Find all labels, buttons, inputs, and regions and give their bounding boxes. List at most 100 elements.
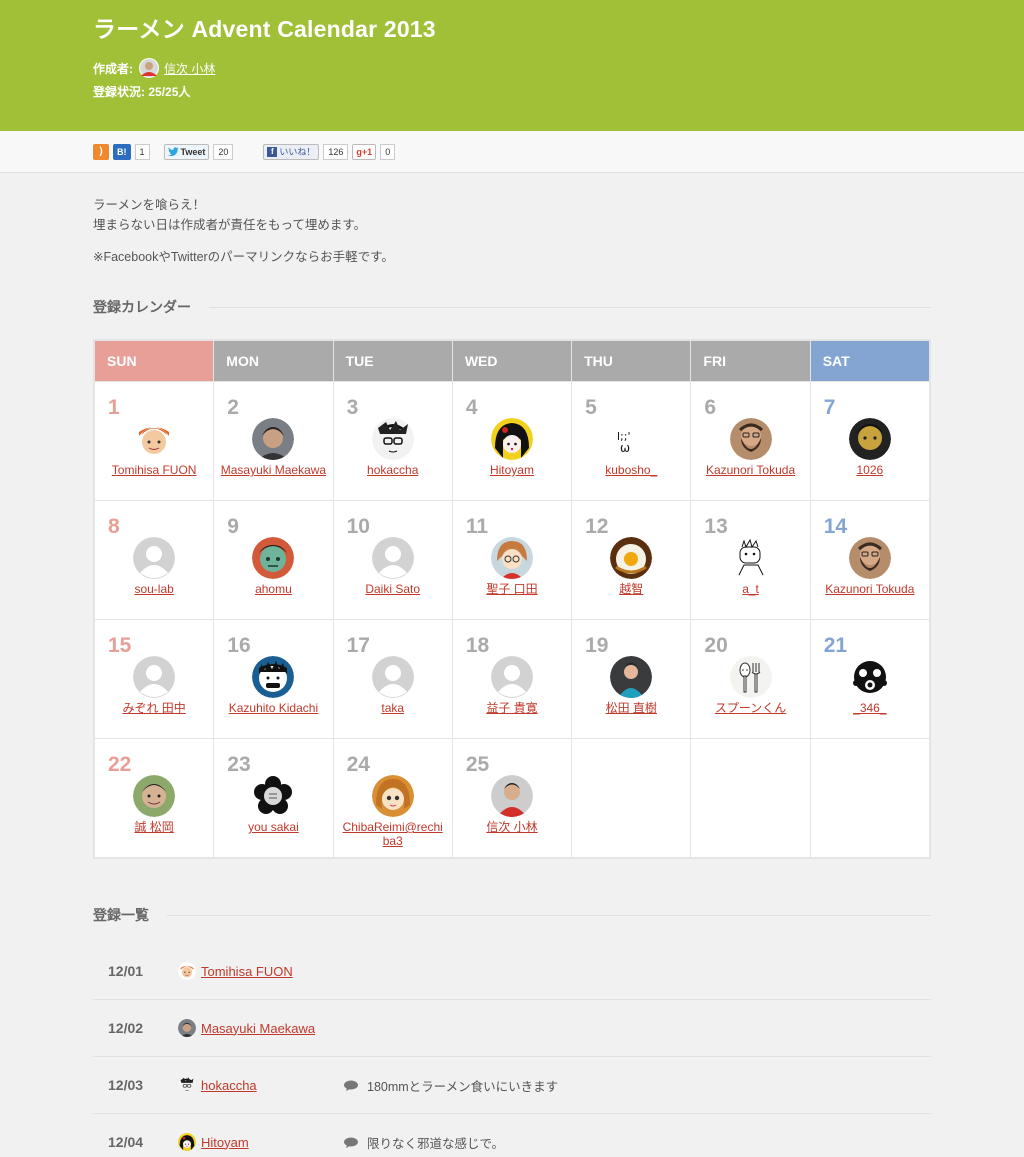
- avatar[interactable]: [371, 656, 414, 698]
- entry-author-link[interactable]: 誠 松岡: [101, 820, 207, 834]
- entry-author-link[interactable]: Masayuki Maekawa: [201, 1021, 344, 1036]
- weekday-thu: THU: [572, 341, 691, 381]
- avatar[interactable]: [371, 775, 414, 817]
- author-link[interactable]: 信次 小林: [164, 60, 215, 77]
- calendar-week: 8 sou-lab 9 ahomu 10 Daiki Sato 11 聖子 口田 12 越智 13 a…: [95, 501, 929, 619]
- day-number: 19: [585, 634, 609, 657]
- avatar[interactable]: [371, 418, 414, 460]
- hatena-bookmark-button[interactable]: B!: [113, 143, 131, 160]
- avatar[interactable]: [178, 1019, 196, 1037]
- entry-author-link[interactable]: ahomu: [220, 582, 326, 596]
- avatar[interactable]: [252, 656, 295, 698]
- author-label: 作成者:: [93, 61, 133, 76]
- avatar[interactable]: [848, 418, 891, 460]
- svg-text:ω: ω: [620, 441, 630, 455]
- day-number: 13: [704, 515, 728, 538]
- weekday-mon: MON: [214, 341, 333, 381]
- day-number: 22: [108, 753, 132, 776]
- weekday-sun: SUN: [95, 341, 214, 381]
- avatar[interactable]: [133, 418, 176, 460]
- avatar[interactable]: [252, 418, 295, 460]
- avatar[interactable]: [252, 775, 295, 817]
- avatar[interactable]: [848, 656, 891, 698]
- entry-author-link[interactable]: みぞれ 田中: [101, 701, 207, 715]
- day-number: 21: [823, 634, 848, 657]
- avatar[interactable]: [490, 418, 533, 460]
- entry-author-link[interactable]: _346_: [817, 701, 923, 715]
- status-value: 25/25人: [148, 85, 191, 99]
- entry-author-link[interactable]: 1026: [817, 463, 923, 477]
- avatar[interactable]: [178, 962, 196, 980]
- entry-list: 12/01 Tomihisa FUON 12/02 Masayuki Maekawa 1…: [93, 943, 931, 1157]
- facebook-like-label: いいね！: [279, 147, 316, 157]
- entry-author-link[interactable]: 松田 直樹: [578, 701, 684, 715]
- calendar-week: 1 Tomihisa FUON 2 Masayuki Maekawa 3 hokaccha…: [95, 382, 929, 500]
- entry-author-link[interactable]: sou-lab: [101, 582, 207, 596]
- calendar-day-cell: 22 誠 松岡: [95, 739, 214, 857]
- day-number: 4: [465, 396, 478, 419]
- calendar-day-cell: 16 Kazuhito Kidachi: [214, 620, 333, 738]
- google-plus-button[interactable]: g+1: [352, 143, 377, 160]
- avatar[interactable]: [371, 537, 414, 579]
- calendar-empty-cell: [691, 739, 810, 857]
- avatar[interactable]: [133, 656, 176, 698]
- entry-author-link[interactable]: Kazuhito Kidachi: [220, 701, 326, 715]
- entry-author-link[interactable]: ChibaReimi@rechiba3: [340, 820, 446, 848]
- entry-author-link[interactable]: Kazunori Tokuda: [817, 582, 923, 596]
- avatar[interactable]: [729, 656, 772, 698]
- avatar[interactable]: [178, 1076, 196, 1094]
- author-row: 作成者: 信次 小林: [93, 56, 931, 80]
- rss-icon[interactable]: ): [93, 143, 109, 160]
- day-number: 17: [346, 634, 370, 657]
- avatar[interactable]: [490, 775, 533, 817]
- page-header: ラーメン Advent Calendar 2013 作成者: 信次 小林 登録状…: [0, 0, 1024, 131]
- calendar-day-cell: 14 Kazunori Tokuda: [810, 501, 929, 619]
- weekday-tue: TUE: [333, 341, 452, 381]
- entry-author-link[interactable]: Kazunori Tokuda: [697, 463, 803, 477]
- entry-author-link[interactable]: Tomihisa FUON: [201, 964, 344, 979]
- entry-row: 12/04 Hitoyam 限りなく邪道な感じで。: [93, 1114, 931, 1157]
- entry-author-link[interactable]: hokaccha: [340, 463, 446, 477]
- avatar[interactable]: [610, 537, 653, 579]
- speech-bubble-icon: [344, 1080, 358, 1091]
- calendar-day-cell: 15 みぞれ 田中: [95, 620, 214, 738]
- avatar[interactable]: [252, 537, 295, 579]
- avatar[interactable]: [133, 775, 176, 817]
- entry-author-link[interactable]: Hitoyam: [459, 463, 565, 477]
- avatar[interactable]: l;;' ω: [610, 418, 653, 460]
- facebook-like-button[interactable]: f いいね！: [263, 143, 320, 160]
- entry-author-link[interactable]: you sakai: [220, 820, 326, 834]
- avatar[interactable]: [848, 537, 891, 579]
- day-number: 16: [227, 634, 251, 657]
- avatar[interactable]: [133, 537, 176, 579]
- entry-author-link[interactable]: スプーンくん: [697, 701, 803, 715]
- entry-author-link[interactable]: 越智: [578, 582, 684, 596]
- avatar[interactable]: [490, 537, 533, 579]
- entry-author-link[interactable]: taka: [340, 701, 446, 715]
- avatar[interactable]: [610, 656, 653, 698]
- entry-author-link[interactable]: 聖子 口田: [459, 582, 565, 596]
- calendar-day-cell: 20 スプーンくん: [691, 620, 810, 738]
- calendar-day-cell: 18 益子 貴寛: [452, 620, 572, 738]
- calendar-day-cell: 5 l;;' ω kubosho_: [572, 382, 691, 500]
- entry-author-link[interactable]: a_t: [697, 582, 803, 596]
- entry-author-link[interactable]: hokaccha: [201, 1078, 344, 1093]
- avatar[interactable]: [490, 656, 533, 698]
- calendar-day-cell: 6 Kazunori Tokuda: [691, 382, 810, 500]
- day-number: 10: [346, 515, 370, 538]
- hatena-count: 1: [134, 143, 150, 160]
- entry-author-link[interactable]: Hitoyam: [201, 1135, 344, 1150]
- avatar[interactable]: [178, 1133, 196, 1151]
- entry-author-link[interactable]: 信次 小林: [459, 820, 565, 834]
- entry-author-link[interactable]: Daiki Sato: [340, 582, 446, 596]
- tweet-button[interactable]: Tweet: [163, 143, 210, 160]
- entry-author-link[interactable]: 益子 貴寛: [459, 701, 565, 715]
- calendar-weekday-header: SUN MON TUE WED THU FRI SAT: [95, 341, 929, 381]
- entry-author-link[interactable]: Tomihisa FUON: [101, 463, 207, 477]
- avatar[interactable]: [729, 537, 772, 579]
- avatar[interactable]: [729, 418, 772, 460]
- entry-author-link[interactable]: Masayuki Maekawa: [220, 463, 326, 477]
- calendar-week: 15 みぞれ 田中 16 Kazuhito Kidachi 17 taka 18 益子 貴寛 1…: [95, 620, 929, 738]
- author-avatar[interactable]: [139, 58, 159, 78]
- entry-author-link[interactable]: kubosho_: [578, 463, 684, 477]
